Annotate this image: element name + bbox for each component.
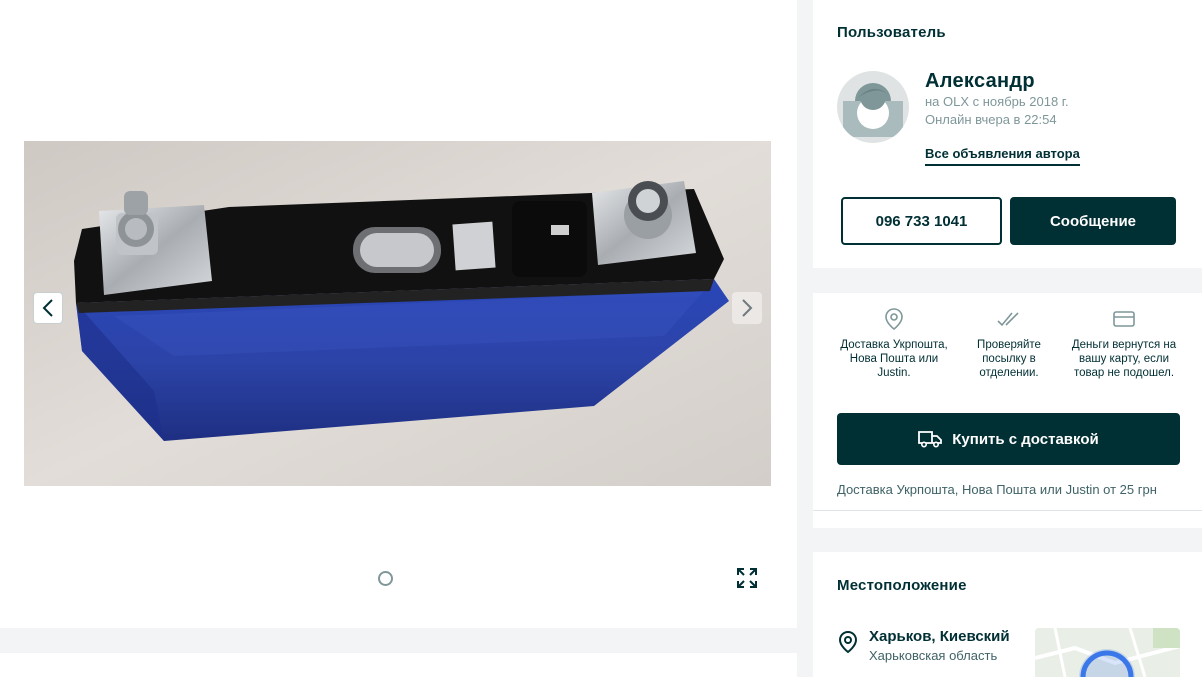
fullscreen-button[interactable] xyxy=(733,564,761,592)
delivery-price-note: Доставка Укрпошта, Нова Пошта или Justin… xyxy=(837,482,1157,497)
chevron-right-icon xyxy=(742,299,753,317)
show-phone-button[interactable]: 096 733 1041 xyxy=(841,197,1002,245)
expand-icon xyxy=(737,568,757,588)
inspection-feature: Проверяйте посылку в отделении. xyxy=(954,305,1064,380)
divider xyxy=(813,510,1202,511)
all-seller-ads-link[interactable]: Все объявления автора xyxy=(925,146,1080,166)
avatar xyxy=(837,71,909,143)
seller-since: на OLX с ноябрь 2018 г. xyxy=(925,94,1069,109)
location-pin-icon xyxy=(839,305,949,333)
feature-text: Деньги вернутся на вашу карту, если това… xyxy=(1071,339,1177,379)
map-pin-icon xyxy=(838,630,858,659)
refund-feature: Деньги вернутся на вашу карту, если това… xyxy=(1069,305,1179,380)
send-message-button[interactable]: Сообщение xyxy=(1010,197,1176,245)
buy-with-delivery-button[interactable]: Купить с доставкой xyxy=(837,413,1180,465)
delivery-feature: Доставка Укрпошта, Нова Пошта или Justin… xyxy=(839,305,949,380)
location-city: Харьков, Киевский xyxy=(869,628,1010,645)
listing-photo[interactable] xyxy=(24,141,771,486)
seller-heading: Пользователь xyxy=(837,24,946,41)
truck-icon xyxy=(918,430,943,448)
seller-name: Александр xyxy=(925,70,1035,92)
location-map[interactable] xyxy=(1035,628,1180,677)
location-region: Харьковская область xyxy=(869,648,998,663)
previous-image-button[interactable] xyxy=(33,292,63,324)
chevron-left-icon xyxy=(42,299,53,317)
double-check-icon xyxy=(954,305,1064,333)
feature-text: Доставка Укрпошта, Нова Пошта или Justin… xyxy=(840,339,948,379)
feature-text: Проверяйте посылку в отделении. xyxy=(977,339,1041,379)
next-image-button[interactable] xyxy=(732,292,762,324)
seller-last-online: Онлайн вчера в 22:54 xyxy=(925,112,1057,127)
credit-card-icon xyxy=(1069,305,1179,333)
image-gallery xyxy=(0,0,797,628)
location-heading: Местоположение xyxy=(837,577,967,594)
location-card: Местоположение Харьков, Киевский Харьков… xyxy=(813,552,1202,677)
delivery-card: Доставка Укрпошта, Нова Пошта или Justin… xyxy=(813,293,1202,528)
description-panel xyxy=(0,653,797,677)
buy-button-label: Купить с доставкой xyxy=(952,430,1099,448)
slide-indicator-dot[interactable] xyxy=(378,571,393,586)
seller-card: Пользователь Александр на OLX с ноябрь 2… xyxy=(813,0,1202,268)
